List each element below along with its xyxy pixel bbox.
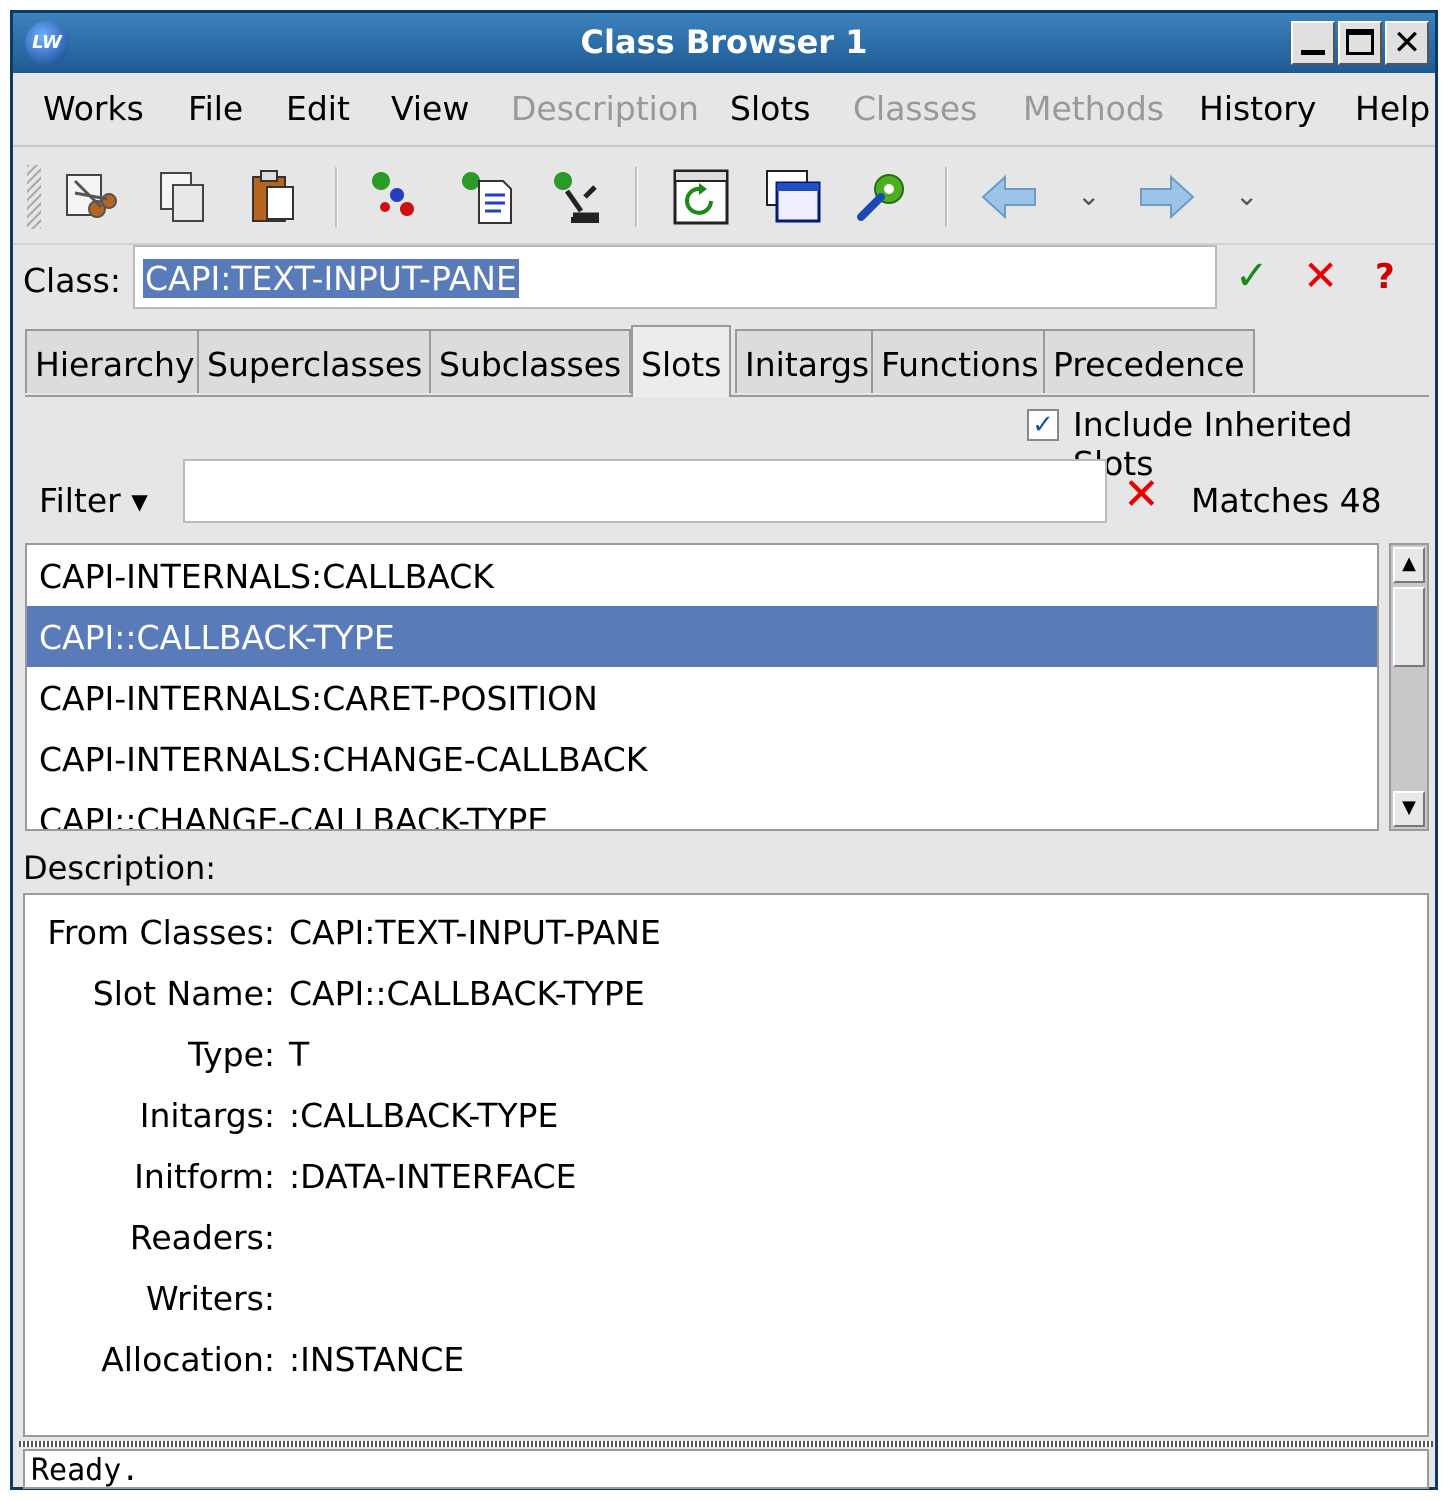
description-key: From Classes:: [47, 913, 275, 952]
description-value: CAPI::CALLBACK-TYPE: [289, 974, 645, 1013]
menu-works[interactable]: Works: [43, 89, 144, 128]
description-key: Initform:: [134, 1157, 275, 1196]
description-row: Allocation: :INSTANCE: [25, 1340, 1427, 1400]
scroll-thumb[interactable]: [1393, 587, 1425, 667]
tab-functions[interactable]: Functions: [871, 329, 1049, 393]
accept-check-icon[interactable]: ✓: [1235, 253, 1269, 299]
include-inherited-checkbox[interactable]: ✓: [1027, 409, 1059, 441]
filter-input[interactable]: [183, 459, 1107, 523]
description-key: Readers:: [129, 1218, 275, 1257]
inspect-slots-icon[interactable]: [363, 167, 423, 227]
description-value: :CALLBACK-TYPE: [289, 1096, 559, 1135]
cut-icon[interactable]: [61, 167, 121, 227]
description-row: Slot Name: CAPI::CALLBACK-TYPE: [25, 974, 1427, 1034]
description-row: Initargs: :CALLBACK-TYPE: [25, 1096, 1427, 1156]
slot-list[interactable]: CAPI-INTERNALS:CALLBACK CAPI::CALLBACK-T…: [25, 543, 1379, 831]
description-key: Slot Name:: [92, 974, 275, 1013]
tab-precedence[interactable]: Precedence: [1043, 329, 1255, 393]
tab-initargs[interactable]: Initargs: [735, 329, 880, 393]
class-input[interactable]: CAPI:TEXT-INPUT-PANE: [133, 245, 1217, 309]
tab-slots[interactable]: Slots: [631, 325, 732, 397]
status-bar: Ready.: [23, 1449, 1429, 1489]
close-button[interactable]: ✕: [1385, 21, 1429, 65]
back-history-dropdown[interactable]: ⌄: [1077, 179, 1100, 212]
menu-methods: Methods: [1023, 89, 1164, 128]
filter-dropdown[interactable]: Filter ▾: [39, 481, 148, 520]
description-row: Type: T: [25, 1035, 1427, 1095]
description-value: T: [289, 1035, 310, 1074]
toolbar-separator: [945, 167, 948, 227]
menu-description: Description: [511, 89, 699, 128]
class-label: Class:: [23, 261, 121, 300]
description-pane[interactable]: From Classes: CAPI:TEXT-INPUT-PANE Slot …: [23, 893, 1429, 1437]
window-icon[interactable]: [763, 167, 823, 227]
menu-edit[interactable]: Edit: [286, 89, 350, 128]
matches-count: Matches 48: [1191, 481, 1382, 520]
scroll-up-arrow-icon[interactable]: ▲: [1393, 547, 1425, 583]
microscope-icon[interactable]: [545, 167, 605, 227]
menu-help[interactable]: Help: [1355, 89, 1430, 128]
window-title: Class Browser 1: [580, 23, 868, 61]
help-question-icon[interactable]: ?: [1375, 257, 1395, 297]
menu-slots[interactable]: Slots: [730, 89, 810, 128]
menu-view[interactable]: View: [391, 89, 469, 128]
description-label: Description:: [23, 849, 217, 887]
scroll-down-arrow-icon[interactable]: ▼: [1393, 791, 1425, 827]
description-value: :INSTANCE: [289, 1340, 465, 1379]
describe-icon[interactable]: [455, 167, 515, 227]
filter-clear-icon[interactable]: ✕: [1123, 469, 1160, 520]
description-key: Writers:: [145, 1279, 275, 1318]
menu-file[interactable]: File: [188, 89, 243, 128]
slot-list-item[interactable]: CAPI-INTERNALS:CALLBACK: [27, 545, 1377, 606]
toolbar: ⌄ ⌄: [13, 149, 1435, 245]
menu-classes: Classes: [853, 89, 978, 128]
copy-icon[interactable]: [153, 167, 213, 227]
class-browser-window: LW Class Browser 1 ✕ Works File Edit Vie…: [10, 10, 1438, 1490]
toolbar-grip[interactable]: [27, 165, 41, 229]
title-bar[interactable]: LW Class Browser 1 ✕: [13, 13, 1435, 73]
close-icon: ✕: [1392, 23, 1422, 63]
forward-icon[interactable]: [1137, 167, 1197, 227]
description-row: Readers:: [25, 1218, 1427, 1278]
refresh-icon[interactable]: [671, 167, 731, 227]
tools-icon[interactable]: [853, 167, 913, 227]
maximize-icon: [1346, 29, 1374, 55]
menu-history[interactable]: History: [1199, 89, 1316, 128]
description-row: From Classes: CAPI:TEXT-INPUT-PANE: [25, 913, 1427, 973]
tab-subclasses[interactable]: Subclasses: [429, 329, 632, 393]
minimize-button[interactable]: [1291, 21, 1335, 65]
class-input-value: CAPI:TEXT-INPUT-PANE: [143, 259, 519, 298]
slot-list-item[interactable]: CAPI-INTERNALS:CARET-POSITION: [27, 667, 1377, 728]
toolbar-separator: [635, 167, 638, 227]
toolbar-separator: [335, 167, 338, 227]
maximize-button[interactable]: [1338, 21, 1382, 65]
description-key: Type:: [188, 1035, 275, 1074]
description-value: CAPI:TEXT-INPUT-PANE: [289, 913, 661, 952]
description-key: Allocation:: [101, 1340, 275, 1379]
slot-list-item[interactable]: CAPI-INTERNALS:CHANGE-CALLBACK: [27, 728, 1377, 789]
back-icon[interactable]: [979, 167, 1039, 227]
slot-list-item[interactable]: CAPI::CHANGE-CALLBACK-TYPE: [27, 789, 1377, 829]
tab-superclasses[interactable]: Superclasses: [197, 329, 433, 393]
description-key: Initargs:: [139, 1096, 275, 1135]
menu-bar: Works File Edit View Description Slots C…: [13, 73, 1435, 147]
minimize-icon: [1301, 50, 1325, 55]
paste-icon[interactable]: [243, 167, 303, 227]
slot-list-item-selected[interactable]: CAPI::CALLBACK-TYPE: [27, 606, 1377, 667]
description-value: :DATA-INTERFACE: [289, 1157, 577, 1196]
cancel-x-icon[interactable]: ✕: [1303, 251, 1338, 300]
forward-history-dropdown[interactable]: ⌄: [1235, 179, 1258, 212]
description-row: Initform: :DATA-INTERFACE: [25, 1157, 1427, 1217]
description-row: Writers:: [25, 1279, 1427, 1339]
slot-list-scrollbar[interactable]: ▲ ▼: [1389, 543, 1429, 831]
tab-hierarchy[interactable]: Hierarchy: [25, 329, 205, 393]
status-splitter[interactable]: [19, 1441, 1433, 1447]
